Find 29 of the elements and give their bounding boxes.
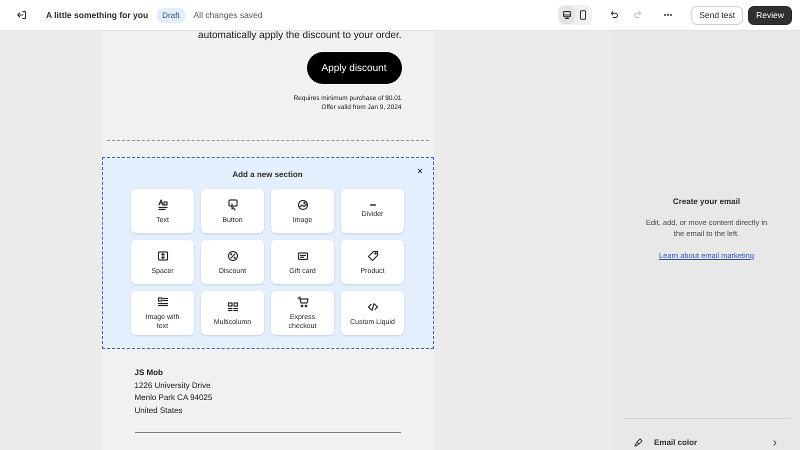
undo-icon [608,9,620,21]
address-line: United States [134,404,184,416]
store-name: JS Mob [134,367,164,379]
image-icon [296,198,310,212]
button-icon [226,198,240,212]
text-icon [156,198,170,212]
panel-title: Add a new section [232,170,303,179]
discount-icon [226,248,240,262]
review-button[interactable]: Review [748,6,792,24]
address-line: 1226 University Drive [134,380,212,392]
email-title: A little something for you [46,10,148,20]
paintbrush-icon [633,437,644,448]
divider-icon [370,204,376,206]
tag-icon [366,248,380,262]
desktop-icon [561,9,574,21]
body-text: automatically apply the discount to your order. [197,31,402,42]
apply-discount-button[interactable]: Apply discount [306,52,402,84]
exit-icon [16,9,28,21]
status-badge: Draft [157,8,185,22]
spacer-icon [156,248,170,262]
cart-icon [296,295,310,309]
columns-icon [226,300,240,314]
desktop-view-button[interactable] [559,6,576,24]
sidebar-heading: Create your email [672,197,740,206]
save-status: All changes saved [194,10,263,20]
send-test-button[interactable]: Send test [691,6,744,24]
image-with-text-icon [156,295,170,309]
address-line: Menlo Park CA 94025 [134,392,214,404]
email-color-row[interactable]: Email color [613,435,800,450]
